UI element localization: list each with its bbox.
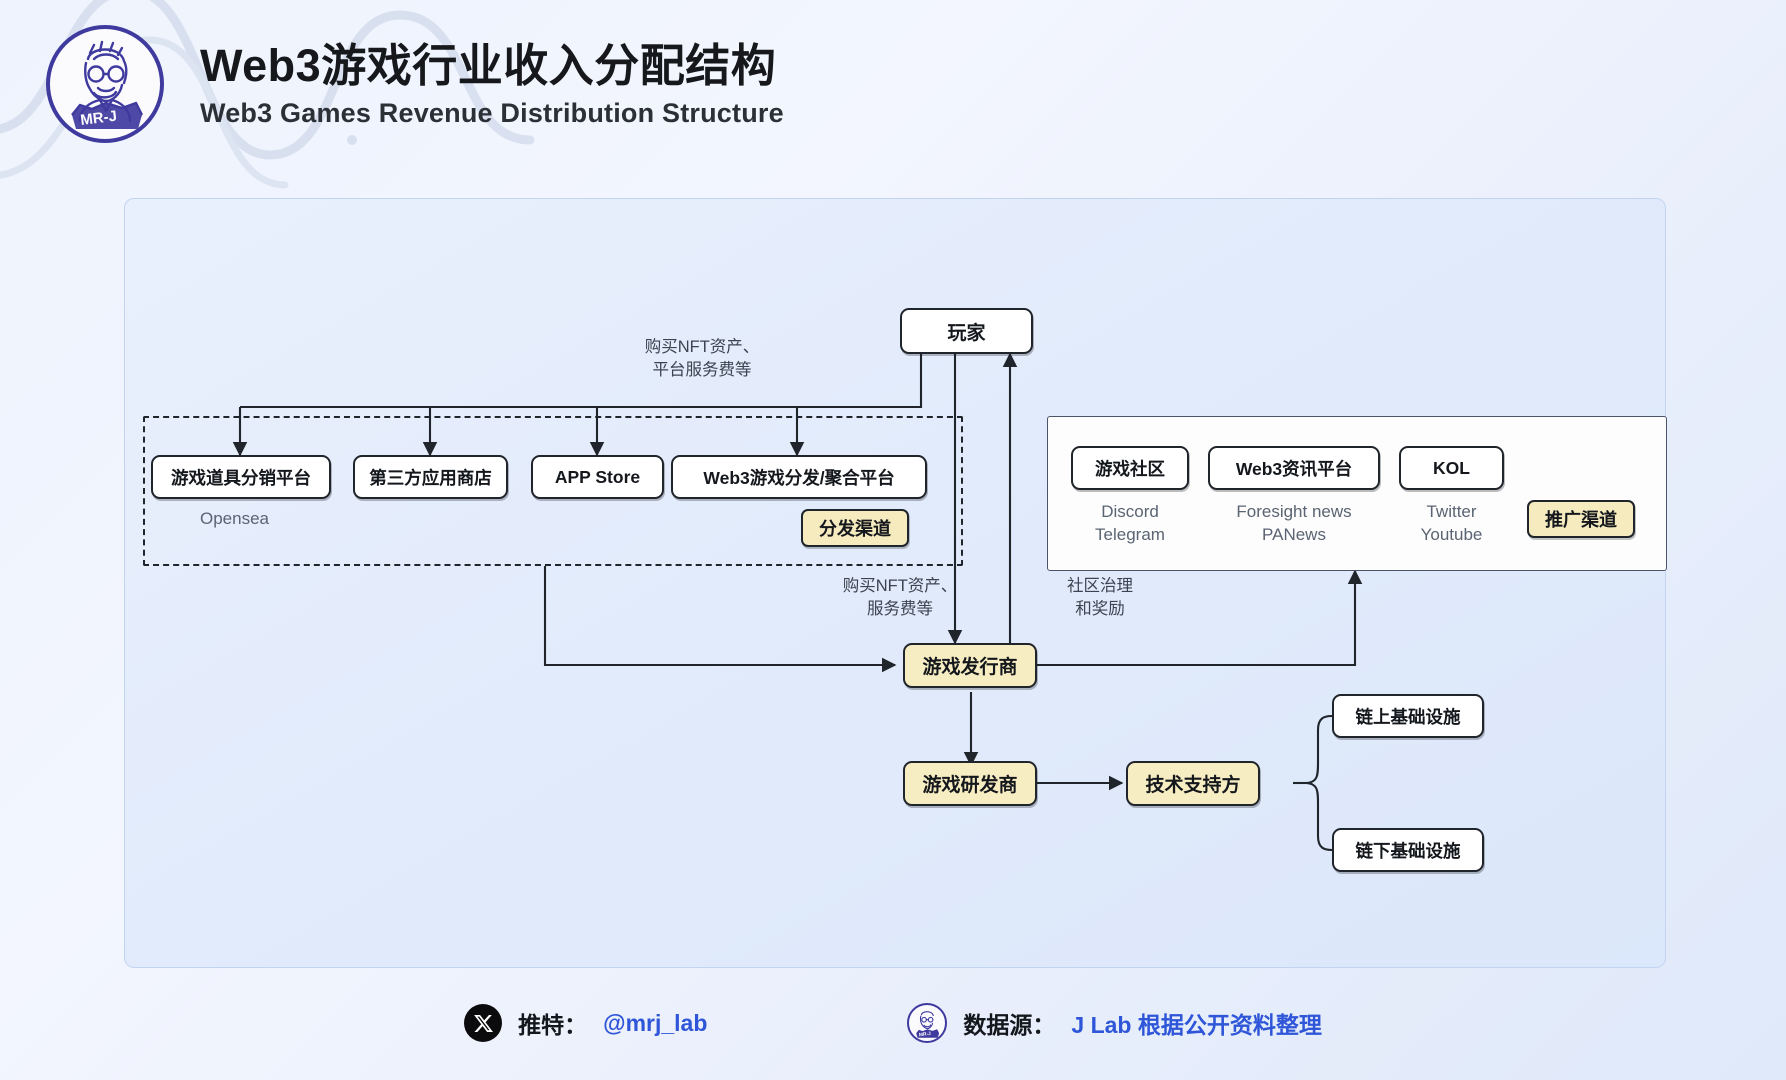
footer-twitter-label: 推特： — [518, 1012, 588, 1038]
caption-game-community: Discord Telegram — [1095, 502, 1165, 545]
node-label: KOL — [1433, 457, 1470, 478]
footer-source-label: 数据源： — [963, 1012, 1056, 1038]
node-web3-media-platform[interactable]: Web3资讯平台 — [1208, 446, 1380, 490]
node-game-developer[interactable]: 游戏研发商 — [903, 761, 1037, 806]
node-player-label: 玩家 — [947, 322, 986, 344]
page-footer: 推特： @mrj_lab MR-J 数据源： J Lab 根据公开资料整理 — [0, 992, 1786, 1054]
promotion-channel-group — [1047, 416, 1667, 571]
badge-label: 推广渠道 — [1545, 510, 1617, 530]
node-item-distribution-platform[interactable]: 游戏道具分销平台 — [151, 455, 331, 499]
caption-web3-media: Foresight news PANews — [1236, 502, 1352, 545]
footer-source: MR-J 数据源： J Lab 根据公开资料整理 — [907, 1003, 1322, 1043]
node-game-publisher[interactable]: 游戏发行商 — [903, 643, 1037, 688]
node-kol[interactable]: KOL — [1399, 446, 1504, 490]
node-label: 游戏社区 — [1095, 458, 1165, 479]
footer-twitter-handle[interactable]: @mrj_lab — [603, 1010, 707, 1037]
edge-label-publisher-to-promotion: 社区治理 和奖励 — [1067, 577, 1133, 619]
node-label: 链下基础设施 — [1355, 840, 1461, 861]
footer-source-value: J Lab 根据公开资料整理 — [1071, 1012, 1322, 1038]
badge-promotion-channel: 推广渠道 — [1527, 500, 1635, 538]
node-label: 链上基础设施 — [1355, 706, 1461, 727]
node-label: APP Store — [554, 466, 641, 487]
node-label: 游戏研发商 — [922, 775, 1018, 796]
node-label: 技术支持方 — [1145, 775, 1241, 796]
node-label: 第三方应用商店 — [369, 467, 492, 488]
caption-kol: Twitter Youtube — [1420, 502, 1483, 545]
edge-label-player-to-publisher: 购买NFT资产、 服务费等 — [842, 577, 958, 619]
node-label: 游戏发行商 — [922, 657, 1018, 678]
badge-label: 分发渠道 — [819, 519, 891, 539]
x-twitter-icon — [464, 1004, 503, 1042]
node-player[interactable]: 玩家 — [900, 308, 1033, 354]
node-app-store[interactable]: APP Store — [531, 455, 664, 499]
node-label: Web3资讯平台 — [1235, 458, 1353, 479]
edge-label-player-to-channels: 购买NFT资产、 平台服务费等 — [644, 338, 760, 380]
node-label: 游戏道具分销平台 — [171, 467, 311, 488]
brand-logo: MR-J — [46, 25, 164, 143]
page-title: Web3游戏行业收入分配结构 — [200, 39, 777, 91]
node-onchain-infrastructure[interactable]: 链上基础设施 — [1332, 694, 1484, 738]
node-game-community[interactable]: 游戏社区 — [1071, 446, 1189, 490]
node-offchain-infrastructure[interactable]: 链下基础设施 — [1332, 828, 1484, 872]
page-header: MR-J Web3游戏行业收入分配结构 Web3 Games Revenue D… — [0, 0, 1786, 168]
node-tech-support[interactable]: 技术支持方 — [1126, 761, 1260, 806]
mr-j-avatar-icon: MR-J — [71, 40, 144, 129]
mr-j-avatar-small-icon: MR-J — [907, 1003, 948, 1043]
node-label: Web3游戏分发/聚合平台 — [703, 467, 895, 488]
node-web3-distribution-platform[interactable]: Web3游戏分发/聚合平台 — [671, 455, 927, 499]
caption-opensea: Opensea — [200, 509, 269, 528]
page-subtitle: Web3 Games Revenue Distribution Structur… — [200, 98, 784, 129]
badge-distribution-channel: 分发渠道 — [801, 509, 909, 547]
node-third-party-app-store[interactable]: 第三方应用商店 — [353, 455, 508, 499]
footer-twitter[interactable]: 推特： @mrj_lab — [464, 1004, 707, 1042]
